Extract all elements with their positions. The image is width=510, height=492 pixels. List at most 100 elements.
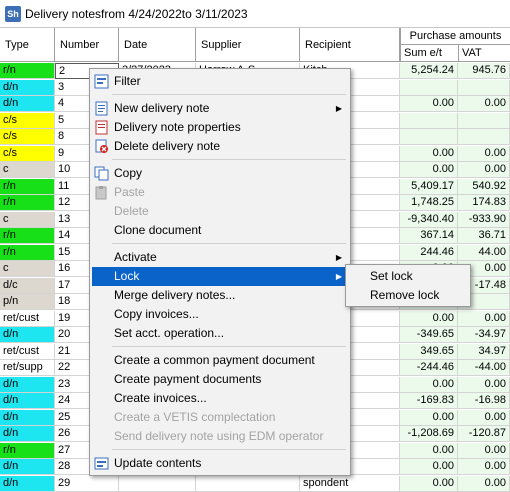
cell-sum[interactable]: 349.65	[400, 343, 458, 360]
cell-vat[interactable]: 540.92	[458, 178, 510, 195]
cell-type[interactable]: r/n	[0, 244, 55, 261]
cell-type[interactable]: c	[0, 211, 55, 228]
column-header-recipient[interactable]: Recipient	[300, 28, 400, 62]
cell-sum[interactable]: 0.00	[400, 475, 458, 492]
column-header-number[interactable]: Number	[55, 28, 119, 62]
cell-sum[interactable]: 0.00	[400, 409, 458, 426]
cell-sum[interactable]	[400, 112, 458, 129]
cell-vat[interactable]	[458, 112, 510, 129]
cell-type[interactable]: d/n	[0, 376, 55, 393]
cell-type[interactable]: d/n	[0, 426, 55, 442]
menu-item-delivery-note-properties[interactable]: Delivery note properties	[92, 118, 348, 137]
menu-item-create-a-common-payment-document[interactable]: Create a common payment document	[92, 351, 348, 370]
cell-vat[interactable]: -34.97	[458, 327, 510, 343]
cell-type[interactable]: c/s	[0, 112, 55, 129]
cell-type[interactable]: d/c	[0, 277, 55, 294]
cell-vat[interactable]: 0.00	[458, 145, 510, 162]
cell-sum[interactable]: 1,748.25	[400, 195, 458, 211]
cell-type[interactable]: r/n	[0, 178, 55, 195]
cell-type[interactable]: ret/cust	[0, 343, 55, 360]
cell-type[interactable]: r/n	[0, 228, 55, 244]
cell-vat[interactable]: 0.00	[458, 162, 510, 178]
cell-vat[interactable]: -44.00	[458, 360, 510, 376]
cell-sum[interactable]	[400, 79, 458, 96]
column-header-sum[interactable]: Sum e/t	[400, 45, 458, 62]
table-row[interactable]: d/n 29 spondent 0.00 0.00	[0, 475, 510, 492]
cell-sum[interactable]: -169.83	[400, 393, 458, 409]
cell-vat[interactable]: 36.71	[458, 228, 510, 244]
cell-type[interactable]: d/n	[0, 475, 55, 492]
cell-sum[interactable]: 0.00	[400, 162, 458, 178]
cell-recipient[interactable]: spondent	[300, 475, 400, 492]
cell-type[interactable]: p/n	[0, 294, 55, 310]
cell-type[interactable]: ret/supp	[0, 360, 55, 376]
menu-item-lock[interactable]: Lock ▶	[92, 267, 348, 286]
menu-item-update-contents[interactable]: Update contents	[92, 454, 348, 473]
cell-sum[interactable]: -1,208.69	[400, 426, 458, 442]
cell-vat[interactable]	[458, 79, 510, 96]
cell-sum[interactable]: 244.46	[400, 244, 458, 261]
cell-sum[interactable]: 5,254.24	[400, 63, 458, 79]
cell-sum[interactable]: 5,409.17	[400, 178, 458, 195]
cell-supplier[interactable]	[196, 475, 300, 492]
menu-item-copy[interactable]: Copy	[92, 164, 348, 183]
column-header-supplier[interactable]: Supplier	[196, 28, 300, 62]
menu-item-create-payment-documents[interactable]: Create payment documents	[92, 370, 348, 389]
cell-vat[interactable]: 945.76	[458, 63, 510, 79]
cell-type[interactable]: r/n	[0, 195, 55, 211]
cell-type[interactable]: c	[0, 162, 55, 178]
cell-date[interactable]	[119, 475, 196, 492]
cell-sum[interactable]: 367.14	[400, 228, 458, 244]
cell-sum[interactable]: 0.00	[400, 442, 458, 459]
cell-type[interactable]: d/n	[0, 96, 55, 112]
cell-sum[interactable]: 0.00	[400, 96, 458, 112]
cell-vat[interactable]: -933.90	[458, 211, 510, 228]
column-header-vat[interactable]: VAT	[458, 45, 510, 62]
cell-vat[interactable]: 0.00	[458, 475, 510, 492]
cell-type[interactable]: ret/cust	[0, 310, 55, 327]
cell-type[interactable]: r/n	[0, 442, 55, 459]
menu-item-set-acct-operation[interactable]: Set acct. operation...	[92, 324, 348, 343]
menu-item-copy-invoices[interactable]: Copy invoices...	[92, 305, 348, 324]
menu-item-merge-delivery-notes[interactable]: Merge delivery notes...	[92, 286, 348, 305]
menu-item-filter[interactable]: Filter	[92, 72, 348, 91]
cell-type[interactable]: d/n	[0, 327, 55, 343]
menu-item-activate[interactable]: Activate ▶	[92, 248, 348, 267]
cell-vat[interactable]: 0.00	[458, 96, 510, 112]
cell-sum[interactable]: -244.46	[400, 360, 458, 376]
cell-vat[interactable]: -120.87	[458, 426, 510, 442]
submenu-item-set-lock[interactable]: Set lock	[348, 267, 468, 286]
cell-vat[interactable]: 0.00	[458, 459, 510, 475]
cell-type[interactable]: c/s	[0, 145, 55, 162]
cell-type[interactable]: r/n	[0, 63, 55, 79]
cell-vat[interactable]	[458, 129, 510, 145]
cell-sum[interactable]: 0.00	[400, 376, 458, 393]
cell-vat[interactable]: 0.00	[458, 376, 510, 393]
column-header-type[interactable]: Type	[0, 28, 55, 62]
cell-vat[interactable]: -16.98	[458, 393, 510, 409]
menu-item-new-delivery-note[interactable]: New delivery note ▶	[92, 99, 348, 118]
cell-number[interactable]: 29	[55, 475, 119, 492]
menu-item-delete-delivery-note[interactable]: Delete delivery note	[92, 137, 348, 156]
cell-type[interactable]: d/n	[0, 79, 55, 96]
cell-vat[interactable]: 34.97	[458, 343, 510, 360]
menu-item-create-invoices[interactable]: Create invoices...	[92, 389, 348, 408]
cell-type[interactable]: d/n	[0, 409, 55, 426]
cell-sum[interactable]: 0.00	[400, 310, 458, 327]
cell-vat[interactable]: 44.00	[458, 244, 510, 261]
cell-vat[interactable]: 0.00	[458, 409, 510, 426]
cell-vat[interactable]: 0.00	[458, 310, 510, 327]
submenu-item-remove-lock[interactable]: Remove lock	[348, 286, 468, 305]
cell-type[interactable]: d/n	[0, 459, 55, 475]
cell-vat[interactable]: 0.00	[458, 442, 510, 459]
cell-type[interactable]: c/s	[0, 129, 55, 145]
menu-item-clone-document[interactable]: Clone document	[92, 221, 348, 240]
cell-sum[interactable]	[400, 129, 458, 145]
cell-vat[interactable]: 174.83	[458, 195, 510, 211]
column-header-date[interactable]: Date	[119, 28, 196, 62]
cell-type[interactable]: d/n	[0, 393, 55, 409]
cell-sum[interactable]: 0.00	[400, 145, 458, 162]
cell-sum[interactable]: -349.65	[400, 327, 458, 343]
cell-sum[interactable]: -9,340.40	[400, 211, 458, 228]
cell-type[interactable]: c	[0, 261, 55, 277]
